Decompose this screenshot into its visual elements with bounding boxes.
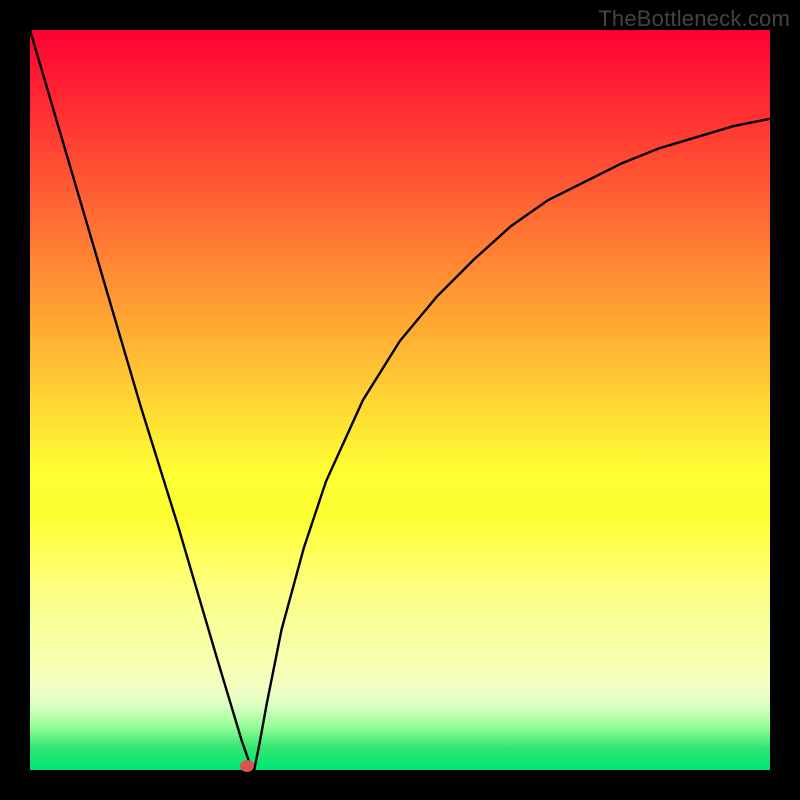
watermark-text: TheBottleneck.com (598, 6, 790, 32)
plot-area (30, 30, 770, 770)
chart-frame: TheBottleneck.com (0, 0, 800, 800)
curve-left-branch (30, 30, 254, 770)
curve-svg (30, 30, 770, 770)
curve-right-branch (254, 119, 770, 770)
bottleneck-marker (240, 760, 254, 772)
